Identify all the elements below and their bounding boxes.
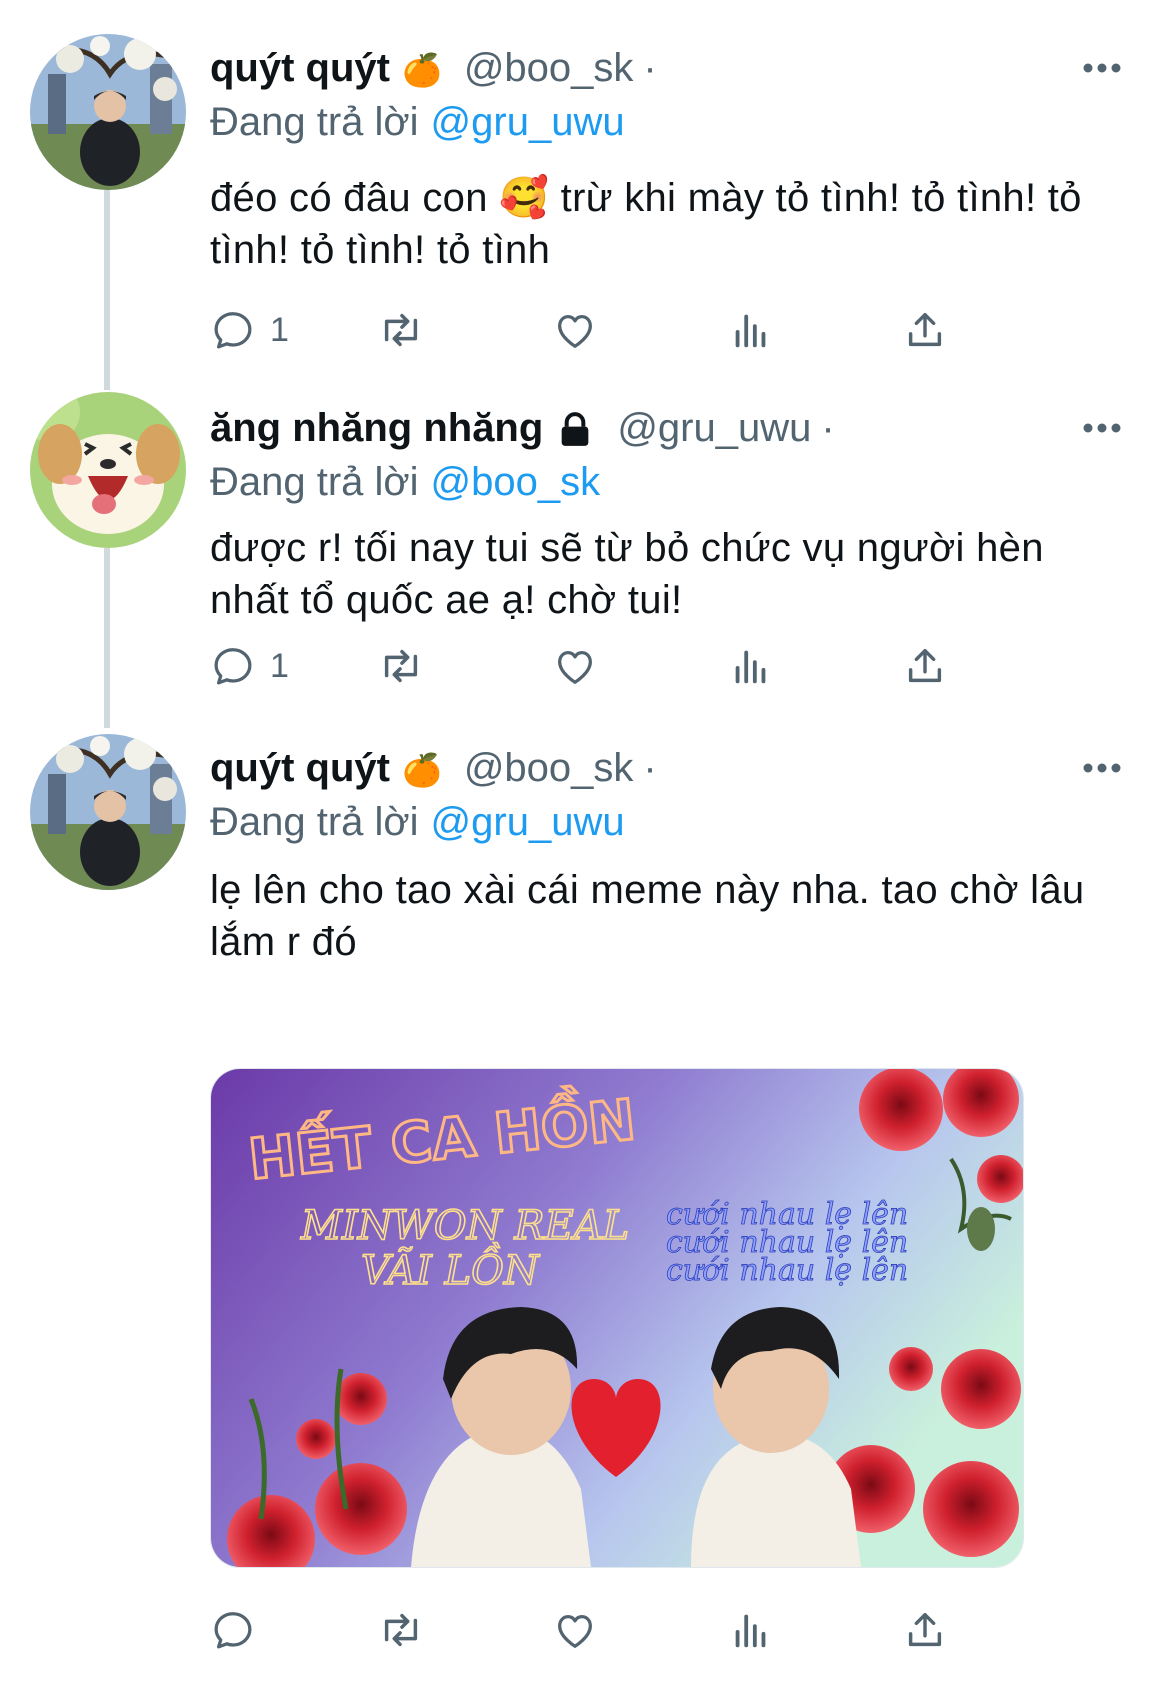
lock-icon — [555, 410, 595, 450]
avatar[interactable] — [30, 734, 186, 890]
tweet-header: ăng nhăng nhăng @gru_uwu · — [210, 400, 1130, 456]
reply-button[interactable] — [210, 1600, 270, 1660]
reply-icon — [214, 312, 252, 349]
reply-count: 1 — [270, 646, 289, 685]
replying-to: Đang trả lời @boo_sk — [210, 456, 1130, 508]
share-button[interactable] — [902, 1600, 948, 1660]
mention-link[interactable]: @boo_sk — [431, 460, 601, 504]
tweet-image[interactable]: HẾT CA HỒN MINWON REAL VÃI LỒN cưới nhau… — [210, 1068, 1024, 1568]
retweet-button[interactable] — [378, 300, 424, 360]
separator-dot: · — [821, 406, 835, 450]
reply-icon — [214, 648, 252, 685]
replying-to: Đang trả lời @gru_uwu — [210, 796, 1130, 848]
reply-button[interactable]: 1 — [210, 300, 289, 360]
separator-dot: · — [643, 46, 657, 90]
replying-to-label: Đang trả lời — [210, 800, 419, 844]
analytics-button[interactable] — [728, 300, 774, 360]
avatar[interactable] — [30, 34, 186, 190]
more-options-button[interactable] — [1074, 40, 1130, 96]
analytics-icon — [735, 650, 766, 684]
share-icon — [908, 312, 942, 347]
handle[interactable]: @gru_uwu — [617, 406, 811, 450]
separator-dot: · — [643, 746, 657, 790]
retweet-button[interactable] — [378, 636, 424, 696]
reply-count: 1 — [270, 310, 289, 349]
tweet-actions — [210, 1600, 1050, 1660]
tweet-header: quýt quýt 🍊 @boo_sk · — [210, 740, 1130, 796]
share-button[interactable] — [902, 636, 948, 696]
analytics-icon — [735, 314, 766, 348]
tweet-text: lẹ lên cho tao xài cái meme này nha. tao… — [210, 868, 1085, 964]
tangerine-emoji: 🍊 — [401, 752, 442, 789]
tweet[interactable]: ăng nhăng nhăng @gru_uwu · Đang trả lời @b… — [0, 390, 1170, 730]
handle[interactable]: @boo_sk — [464, 746, 634, 790]
more-icon — [1083, 423, 1121, 433]
like-icon — [558, 650, 592, 684]
reply-icon — [214, 1612, 252, 1649]
handle[interactable]: @boo_sk — [464, 46, 634, 90]
more-icon — [1083, 63, 1121, 73]
meme-line-2: VÃI LỒN — [361, 1243, 541, 1294]
tweet[interactable]: quýt quýt 🍊 @boo_sk · Đang trả lời @gru_uwu … — [0, 0, 1170, 390]
tweet-actions: 1 — [210, 636, 1050, 696]
like-button[interactable] — [552, 300, 598, 360]
retweet-icon — [384, 313, 418, 347]
tweet[interactable]: quýt quýt 🍊 @boo_sk · Đang trả lời @gru_uwu … — [0, 730, 1170, 1700]
replying-to-label: Đang trả lời — [210, 100, 419, 144]
tweet-header: quýt quýt 🍊 @boo_sk · — [210, 40, 1130, 96]
share-icon — [908, 648, 942, 683]
retweet-icon — [384, 1613, 418, 1647]
meme-repeat-3: cưới nhau lẹ lên — [666, 1253, 908, 1288]
display-name[interactable]: quýt quýt — [210, 746, 390, 790]
retweet-icon — [384, 649, 418, 683]
analytics-icon — [735, 1614, 766, 1648]
display-name[interactable]: ăng nhăng nhăng — [210, 406, 543, 450]
mention-link[interactable]: @gru_uwu — [431, 800, 625, 844]
like-button[interactable] — [552, 636, 598, 696]
display-name[interactable]: quýt quýt — [210, 46, 390, 90]
replying-to-label: Đang trả lời — [210, 460, 419, 504]
analytics-button[interactable] — [728, 636, 774, 696]
reply-button[interactable]: 1 — [210, 636, 289, 696]
tweet-actions: 1 — [210, 300, 1050, 360]
more-icon — [1083, 763, 1121, 773]
replying-to: Đang trả lời @gru_uwu — [210, 96, 1130, 148]
avatar[interactable] — [30, 392, 186, 548]
tweet-text: đéo có đâu con 🥰 trừ khi mày tỏ tình! tỏ… — [210, 176, 1082, 272]
tweet-text: được r! tối nay tui sẽ từ bỏ chức vụ ngư… — [210, 526, 1044, 622]
like-icon — [558, 314, 592, 348]
retweet-button[interactable] — [378, 1600, 424, 1660]
like-icon — [558, 1614, 592, 1648]
analytics-button[interactable] — [728, 1600, 774, 1660]
like-button[interactable] — [552, 1600, 598, 1660]
meme-line-1: MINWON REAL — [300, 1203, 629, 1249]
tangerine-emoji: 🍊 — [401, 52, 442, 89]
share-icon — [908, 1612, 942, 1647]
more-options-button[interactable] — [1074, 740, 1130, 796]
more-options-button[interactable] — [1074, 400, 1130, 456]
mention-link[interactable]: @gru_uwu — [431, 100, 625, 144]
share-button[interactable] — [902, 300, 948, 360]
